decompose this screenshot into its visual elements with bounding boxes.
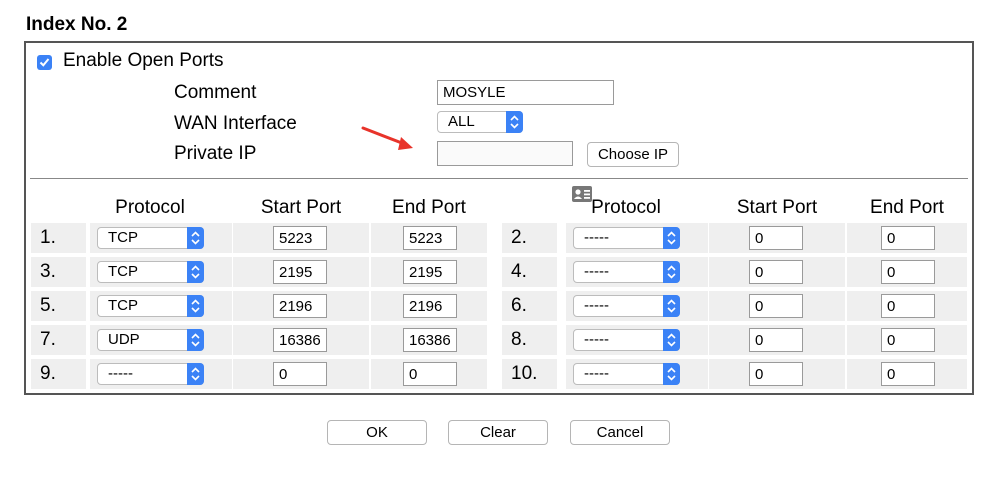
protocol-value: UDP <box>108 331 140 348</box>
red-arrow-annotation <box>361 126 413 150</box>
chevron-updown-icon <box>663 295 680 317</box>
ok-button[interactable]: OK <box>327 420 427 445</box>
end-port-input[interactable]: 0 <box>881 294 935 318</box>
wan-interface-label: WAN Interface <box>174 113 297 134</box>
end-port-input[interactable]: 0 <box>881 362 935 386</box>
row-number: 5. <box>40 295 56 316</box>
header-end-port-left: End Port <box>392 197 466 218</box>
chevron-updown-icon <box>663 329 680 351</box>
start-port-input[interactable]: 0 <box>749 328 803 352</box>
row-number: 1. <box>40 227 56 248</box>
protocol-select[interactable]: TCP <box>97 261 204 283</box>
chevron-updown-icon <box>187 363 204 385</box>
protocol-value: ----- <box>108 365 133 382</box>
protocol-select[interactable]: ----- <box>573 227 680 249</box>
open-ports-panel: Enable Open Ports Comment MOSYLE WAN Int… <box>24 41 974 395</box>
row-number: 3. <box>40 261 56 282</box>
end-port-input[interactable]: 2196 <box>403 294 457 318</box>
row-number: 4. <box>511 261 527 282</box>
protocol-select[interactable]: TCP <box>97 227 204 249</box>
start-port-input[interactable]: 2196 <box>273 294 327 318</box>
start-port-input[interactable]: 0 <box>749 294 803 318</box>
start-port-input[interactable]: 0 <box>749 226 803 250</box>
page-title: Index No. 2 <box>26 14 128 35</box>
chevron-updown-icon <box>663 227 680 249</box>
private-ip-label: Private IP <box>174 143 257 164</box>
row-number: 9. <box>40 363 56 384</box>
header-protocol-left: Protocol <box>115 197 185 218</box>
protocol-select[interactable]: ----- <box>573 295 680 317</box>
protocol-select[interactable]: ----- <box>573 261 680 283</box>
comment-input[interactable]: MOSYLE <box>437 80 614 105</box>
protocol-select[interactable]: UDP <box>97 329 204 351</box>
end-port-input[interactable]: 0 <box>881 260 935 284</box>
protocol-value: ----- <box>584 365 609 382</box>
end-port-input[interactable]: 0 <box>403 362 457 386</box>
row-number: 8. <box>511 329 527 350</box>
protocol-select[interactable]: TCP <box>97 295 204 317</box>
start-port-input[interactable]: 2195 <box>273 260 327 284</box>
protocol-value: ----- <box>584 263 609 280</box>
end-port-input[interactable]: 2195 <box>403 260 457 284</box>
chevron-updown-icon <box>506 111 523 133</box>
header-start-port-right: Start Port <box>736 197 818 218</box>
chevron-updown-icon <box>187 329 204 351</box>
start-port-input[interactable]: 16386 <box>273 328 327 352</box>
row-number: 2. <box>511 227 527 248</box>
enable-open-ports-label: Enable Open Ports <box>63 50 224 71</box>
protocol-select[interactable]: ----- <box>573 363 680 385</box>
header-end-port-right: End Port <box>870 197 944 218</box>
start-port-input[interactable]: 5223 <box>273 226 327 250</box>
start-port-input[interactable]: 0 <box>749 260 803 284</box>
clear-button[interactable]: Clear <box>448 420 548 445</box>
wan-interface-value: ALL <box>448 113 475 130</box>
end-port-input[interactable]: 0 <box>881 328 935 352</box>
protocol-value: ----- <box>584 331 609 348</box>
wan-interface-select[interactable]: ALL <box>437 111 523 133</box>
cancel-button[interactable]: Cancel <box>570 420 670 445</box>
chevron-updown-icon <box>187 295 204 317</box>
end-port-input[interactable]: 0 <box>881 226 935 250</box>
protocol-value: TCP <box>108 297 138 314</box>
end-port-input[interactable]: 5223 <box>403 226 457 250</box>
start-port-input[interactable]: 0 <box>749 362 803 386</box>
end-port-input[interactable]: 16386 <box>403 328 457 352</box>
choose-ip-button[interactable]: Choose IP <box>587 142 679 167</box>
protocol-select[interactable]: ----- <box>97 363 204 385</box>
header-start-port-left: Start Port <box>260 197 342 218</box>
header-protocol-right: Protocol <box>591 197 661 218</box>
protocol-value: TCP <box>108 229 138 246</box>
divider <box>30 178 968 179</box>
enable-open-ports-checkbox[interactable] <box>37 55 52 70</box>
row-number: 10. <box>511 363 538 384</box>
protocol-select[interactable]: ----- <box>573 329 680 351</box>
row-number: 6. <box>511 295 527 316</box>
chevron-updown-icon <box>663 261 680 283</box>
protocol-value: ----- <box>584 229 609 246</box>
comment-label: Comment <box>174 82 257 103</box>
chevron-updown-icon <box>187 261 204 283</box>
start-port-input[interactable]: 0 <box>273 362 327 386</box>
protocol-value: ----- <box>584 297 609 314</box>
row-number: 7. <box>40 329 56 350</box>
private-ip-input[interactable] <box>437 141 573 166</box>
protocol-value: TCP <box>108 263 138 280</box>
chevron-updown-icon <box>663 363 680 385</box>
chevron-updown-icon <box>187 227 204 249</box>
